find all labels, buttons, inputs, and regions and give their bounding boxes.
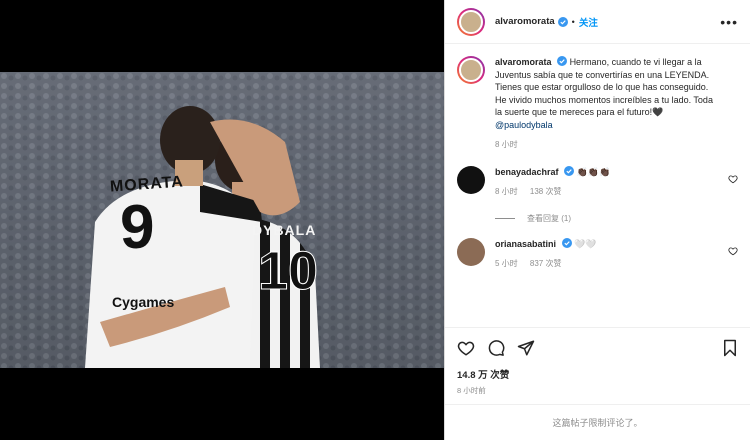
separator-dot: • bbox=[571, 16, 575, 27]
action-bar bbox=[445, 327, 750, 367]
comment-body: orianasabatini 🤍🤍 5 小时 837 次赞 bbox=[495, 237, 715, 271]
share-paper-plane-icon[interactable] bbox=[517, 339, 535, 357]
jersey-sponsor: Cygames bbox=[112, 294, 175, 310]
likes-count[interactable]: 14.8 万 次赞 bbox=[445, 367, 750, 381]
replies-divider bbox=[495, 217, 515, 219]
post-viewer: MORATA 9 Cygames DYBALA 10 alvaromorata … bbox=[0, 0, 750, 440]
caption-username[interactable]: alvaromorata bbox=[495, 57, 552, 67]
comment-text: 🤍🤍 bbox=[574, 238, 597, 249]
avatar-image bbox=[459, 9, 483, 34]
more-options-icon[interactable]: ••• bbox=[720, 14, 738, 30]
caption-mention-link[interactable]: @paulodybala bbox=[495, 120, 553, 130]
comment-like-heart-icon[interactable] bbox=[728, 246, 738, 256]
view-replies-label: 查看回复 (1) bbox=[527, 213, 571, 223]
caption-body: alvaromorata Hermano, cuando te vi llega… bbox=[495, 56, 715, 152]
comments-disabled-notice: 这篇帖子限制评论了。 bbox=[445, 404, 750, 440]
verified-badge-icon bbox=[557, 16, 568, 27]
comment-time[interactable]: 8 小时 bbox=[495, 187, 518, 196]
jersey-name-right: DYBALA bbox=[252, 222, 317, 238]
comment-bubble-icon[interactable] bbox=[487, 339, 505, 357]
post-photo[interactable]: MORATA 9 Cygames DYBALA 10 bbox=[0, 72, 444, 368]
media-pane: MORATA 9 Cygames DYBALA 10 bbox=[0, 0, 444, 440]
post-sidebar: alvaromorata • 关注 ••• alvaromorata Herma… bbox=[444, 0, 750, 440]
jersey-number-right: 10 bbox=[257, 241, 319, 302]
save-bookmark-icon[interactable] bbox=[722, 339, 738, 357]
comment-username[interactable]: orianasabatini bbox=[495, 239, 556, 249]
comment-body: benayadachraf 👏🏿👏🏿👏🏿 8 小时 138 次赞 bbox=[495, 165, 715, 199]
verified-badge-icon bbox=[564, 165, 575, 176]
view-replies-button[interactable]: 查看回复 (1) bbox=[495, 213, 738, 224]
comment-row: benayadachraf 👏🏿👏🏿👏🏿 8 小时 138 次赞 bbox=[457, 165, 738, 199]
post-header: alvaromorata • 关注 ••• bbox=[445, 0, 750, 44]
verified-badge-icon bbox=[561, 237, 572, 248]
comment-likes[interactable]: 138 次赞 bbox=[530, 187, 562, 196]
comment-time[interactable]: 5 小时 bbox=[495, 259, 518, 268]
comment-meta: 5 小时 837 次赞 bbox=[495, 258, 715, 271]
verified-badge-icon bbox=[557, 56, 568, 66]
caption-meta: 8 小时 bbox=[495, 139, 715, 152]
comment-like-heart-icon[interactable] bbox=[728, 174, 738, 184]
comment-row: orianasabatini 🤍🤍 5 小时 837 次赞 bbox=[457, 237, 738, 271]
comments-section: alvaromorata Hermano, cuando te vi llega… bbox=[445, 44, 750, 327]
like-heart-icon[interactable] bbox=[457, 339, 475, 357]
photo-illustration bbox=[0, 72, 444, 368]
post-timestamp[interactable]: 8 小时前 bbox=[445, 381, 750, 396]
caption-time[interactable]: 8 小时 bbox=[495, 140, 518, 149]
follow-button[interactable]: 关注 bbox=[579, 15, 598, 29]
comment-text: 👏🏿👏🏿👏🏿 bbox=[576, 166, 611, 177]
caption-avatar[interactable] bbox=[457, 56, 485, 84]
comment-username[interactable]: benayadachraf bbox=[495, 167, 559, 177]
caption-row: alvaromorata Hermano, cuando te vi llega… bbox=[457, 56, 738, 152]
comment-likes[interactable]: 837 次赞 bbox=[530, 259, 562, 268]
comment-avatar[interactable] bbox=[457, 165, 485, 194]
author-avatar[interactable] bbox=[457, 7, 485, 36]
jersey-number-left: 9 bbox=[120, 193, 155, 262]
comment-avatar[interactable] bbox=[457, 237, 485, 266]
avatar-image bbox=[459, 58, 483, 82]
author-username[interactable]: alvaromorata bbox=[495, 16, 555, 27]
comment-meta: 8 小时 138 次赞 bbox=[495, 186, 715, 199]
